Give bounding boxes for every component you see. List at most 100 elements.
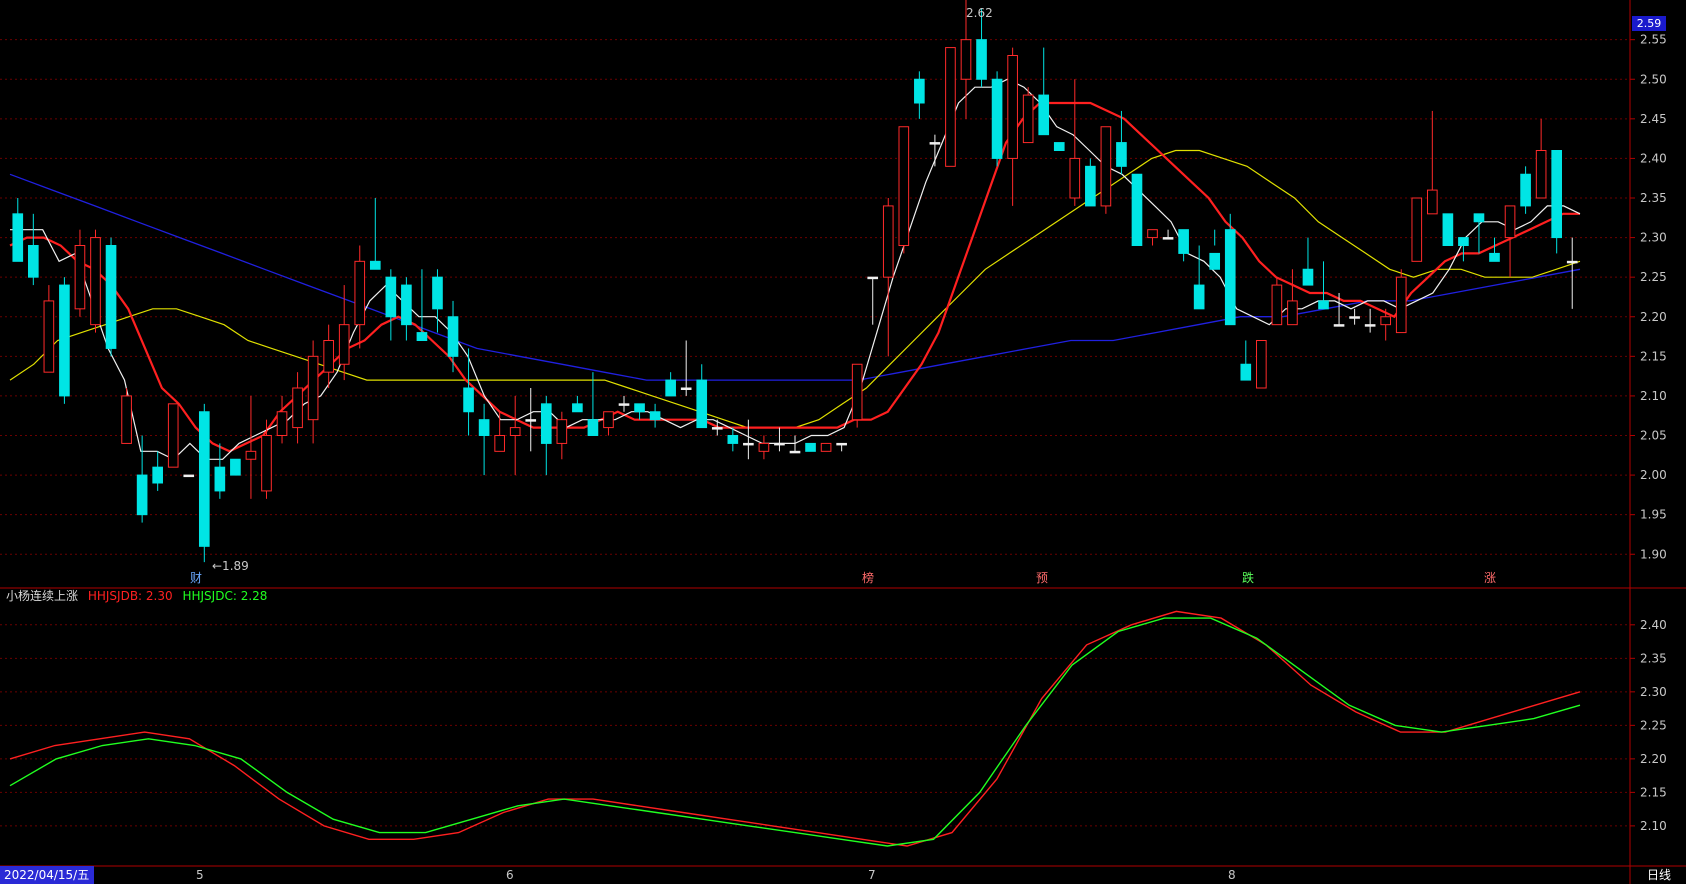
candle-body <box>385 276 397 318</box>
candle-body <box>540 403 552 444</box>
candle-body <box>105 245 117 349</box>
candle-body <box>1162 237 1174 240</box>
candle-body <box>401 284 412 326</box>
candle-body <box>463 387 474 413</box>
candle-body <box>1271 284 1283 326</box>
candle-body <box>525 419 537 422</box>
candle-body <box>261 435 272 492</box>
candle-body <box>960 39 972 80</box>
candle-body <box>1520 173 1531 207</box>
y-tick-label: 2.30 <box>1640 685 1667 699</box>
candle-body <box>478 419 490 436</box>
candle-body <box>1504 205 1516 239</box>
y-tick-label: 2.50 <box>1640 72 1667 86</box>
candle-body <box>727 435 739 444</box>
indicator-series-1-label: HHJSJDB: 2.30 <box>87 589 173 603</box>
candle-body <box>1566 260 1578 264</box>
candle-body <box>1224 229 1236 326</box>
candle-body <box>276 411 288 436</box>
y-tick-label: 2.55 <box>1640 33 1667 47</box>
event-markers: 财榜预跌涨 <box>190 570 1496 585</box>
indicator-title: 小杨连续上涨 <box>6 589 79 603</box>
candle-body <box>1147 229 1158 239</box>
candle-body <box>1489 252 1500 262</box>
indicator-axis: 2.40 2.35 2.30 2.25 2.20 2.15 2.10 <box>1630 618 1667 833</box>
candle-body <box>354 260 366 326</box>
indicator-line-HHJSJDC <box>9 617 1581 847</box>
candle-body <box>649 411 661 421</box>
candle-body <box>1380 316 1392 326</box>
ma-yellow-line <box>9 149 1581 429</box>
candle-body <box>494 435 505 452</box>
candle-body <box>1349 316 1360 319</box>
indicator-series-2-label: HHJSJDC: 2.28 <box>182 589 268 603</box>
candle-body <box>743 442 754 446</box>
candle-body <box>774 442 785 446</box>
candle-body <box>198 411 210 547</box>
candle-body <box>1053 142 1065 151</box>
candle-body <box>1473 213 1485 223</box>
candle-body <box>914 78 925 104</box>
period-selector[interactable]: 日线 <box>1632 866 1686 884</box>
month-label-5: 5 <box>196 868 204 882</box>
event-marker: 榜 <box>862 570 874 585</box>
y-tick-label: 2.35 <box>1640 191 1667 205</box>
low-price-label: ←1.89 <box>212 559 249 573</box>
candle-body <box>292 387 303 429</box>
candle-body <box>603 411 614 429</box>
candle-body <box>230 458 241 476</box>
y-tick-label: 2.25 <box>1640 270 1667 284</box>
event-marker: 跌 <box>1242 570 1254 585</box>
candle-body <box>509 427 521 437</box>
candle-body <box>1100 126 1112 207</box>
candle-body <box>789 450 801 454</box>
candlesticks <box>12 0 1578 563</box>
candle-body <box>1364 324 1376 327</box>
candle-body <box>136 474 148 516</box>
candle-body <box>1069 157 1081 199</box>
y-tick-label: 2.10 <box>1640 389 1667 403</box>
candle-body <box>1116 142 1127 167</box>
candle-body <box>929 142 941 145</box>
indicator-header: 小杨连续上涨 HHJSJDB: 2.30 HHJSJDC: 2.28 <box>6 588 273 604</box>
candle-body <box>1131 173 1143 246</box>
price-annotations: 2.62 ←1.89 <box>212 6 993 573</box>
y-tick-label: 2.40 <box>1640 151 1667 165</box>
candle-body <box>898 126 910 246</box>
candle-body <box>307 355 319 421</box>
candle-body <box>1427 189 1438 215</box>
main-panel-grid <box>0 0 1686 884</box>
candle-body <box>121 395 132 444</box>
candle-body <box>556 419 568 444</box>
candle-body <box>447 316 459 357</box>
candle-body <box>758 442 770 452</box>
candle-body <box>572 403 583 413</box>
candle-body <box>820 442 832 452</box>
candle-body <box>214 466 226 492</box>
candle-body <box>1333 324 1345 327</box>
high-price-label: 2.62 <box>966 6 993 20</box>
candle-body <box>696 379 708 429</box>
candle-body <box>59 284 70 397</box>
candle-body <box>1395 276 1407 334</box>
candle-body <box>1318 300 1329 310</box>
candle-body <box>74 245 86 310</box>
month-label-8: 8 <box>1228 868 1236 882</box>
indicator-lines <box>9 610 1581 847</box>
candle-body <box>90 237 101 326</box>
candle-body <box>167 403 179 468</box>
candle-body <box>1085 165 1096 207</box>
candle-body <box>618 403 630 406</box>
y-tick-label: 2.10 <box>1640 819 1667 833</box>
candle-body <box>836 442 847 446</box>
candle-body <box>1302 268 1314 286</box>
candle-body <box>1178 229 1189 254</box>
candle-body <box>369 260 381 270</box>
stock-chart[interactable]: 2.55 2.50 2.45 2.40 2.35 2.30 2.25 2.20 2.15 2.10… <box>0 0 1686 884</box>
candle-body <box>851 363 863 421</box>
y-tick-label: 2.20 <box>1640 752 1667 766</box>
candle-body <box>976 39 987 80</box>
candle-body <box>1240 363 1252 381</box>
y-tick-label: 2.15 <box>1640 349 1667 363</box>
moving-average-lines <box>9 78 1581 461</box>
